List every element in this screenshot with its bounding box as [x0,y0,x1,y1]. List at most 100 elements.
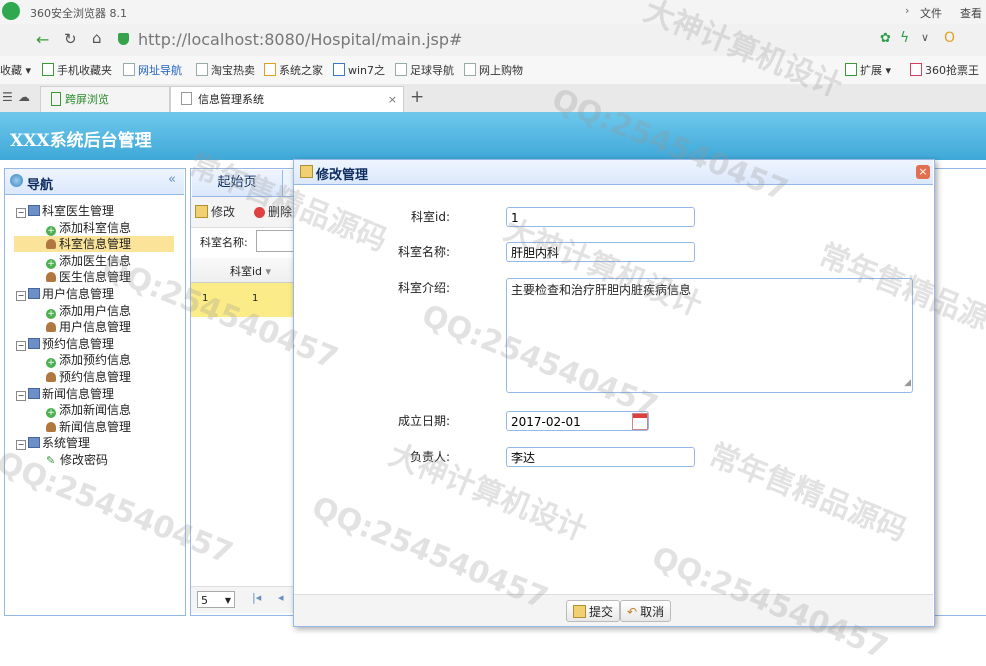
row-id-cell: 1 [252,293,259,304]
nav-globe-icon [10,174,23,187]
sidebar-item[interactable]: 新闻信息管理 [46,419,131,435]
user-icon [46,239,56,250]
close-tab-icon[interactable]: × [388,87,397,113]
search-input[interactable] [256,230,297,252]
bookmarks-bar: 收藏 ▾ 手机收藏夹 网址导航 淘宝热卖 系统之家 win7之 足球导航 网上购… [0,56,986,85]
browser-titlebar: 360安全浏览器 8.1 文件 查看 › [0,0,986,24]
owner-field[interactable]: 李达 [506,447,695,467]
tree-item-label: 添加科室信息 [59,220,132,235]
id-field[interactable]: 1 [506,207,695,227]
shield-icon [118,33,129,45]
bookmark-xitong[interactable]: 系统之家 [264,62,323,78]
bookmark-taobao[interactable]: 淘宝热卖 [196,62,255,78]
tab-kuaping[interactable]: 跨屏浏览 [40,86,170,113]
tree-item-label: 预约信息管理 [59,370,132,384]
close-icon[interactable]: × [916,165,930,179]
tree-group[interactable]: − 预约信息管理 [16,336,114,352]
delete-button[interactable]: 删除 [254,203,292,220]
tree-group[interactable]: − 新闻信息管理 [16,386,114,402]
bookmark-football[interactable]: 足球导航 [395,62,454,78]
lightning-icon[interactable]: ϟ [900,30,909,46]
calendar-icon[interactable] [632,413,648,430]
menu-view[interactable]: 查看 [960,5,982,21]
windows-icon [264,63,276,76]
dialog-title: 修改管理 [316,168,369,183]
search-icon[interactable]: O [944,30,955,46]
add-icon: + [46,358,56,369]
start-tab[interactable]: 起始页 [192,170,283,197]
cancel-button[interactable]: ↶ 取消 [620,600,672,622]
user-icon [46,421,56,432]
extensions-button[interactable]: 扩展 ▾ [845,62,891,78]
tree-item-label: 预约信息管理 [42,336,115,351]
collapse-node-icon[interactable]: − [16,440,26,451]
bookmark-favorites[interactable]: 收藏 ▾ [0,62,31,78]
browser-logo-icon [2,2,20,20]
pencil-icon [300,165,313,178]
sidebar-item[interactable]: 用户信息管理 [46,319,131,335]
computer-icon [28,205,40,216]
bookmark-win7[interactable]: win7之 [333,62,385,78]
menu-file[interactable]: 文件 [920,5,942,21]
bookmark-mobile[interactable]: 手机收藏夹 [42,62,112,78]
collapse-node-icon[interactable]: − [16,390,26,401]
intro-label: 科室介绍: [397,281,450,295]
sidebar-item[interactable]: + 添加科室信息 [46,220,131,236]
ticket-icon [910,63,922,76]
bookmark-shopping[interactable]: 网上购物 [464,62,523,78]
tree-group[interactable]: − 系统管理 [16,435,90,451]
tree-item-label: 系统管理 [42,436,91,451]
prev-page-icon[interactable]: ◂ [278,591,284,604]
sidebar-item[interactable]: 预约信息管理 [46,369,131,385]
chevron-right-icon[interactable]: › [905,4,909,17]
collapse-icon[interactable]: « [168,172,176,187]
dropdown-icon[interactable]: ∨ [921,31,929,44]
edit-button[interactable]: 修改 [195,203,235,220]
name-field[interactable]: 肝胆内科 [506,242,695,262]
sidebar-item[interactable]: ✎ 修改密码 [46,452,108,468]
user-icon [46,372,56,382]
new-tab-button[interactable]: + [410,87,424,107]
sidebar-item[interactable]: + 添加医生信息 [46,253,131,269]
tree-group[interactable]: − 科室医生管理 [16,203,114,219]
computer-icon [28,337,40,349]
sidebar-item[interactable]: 医生信息管理 [46,269,131,285]
resize-handle-icon[interactable]: ◢ [904,375,911,392]
add-icon: + [46,408,56,419]
page-size-select[interactable]: 5 ▼ [197,591,235,608]
go-icon[interactable]: ✿ [880,31,891,46]
tab-info-system[interactable]: 信息管理系统 × [170,86,404,114]
url-input[interactable]: http://localhost:8080/Hospital/main.jsp# [138,30,462,49]
back-icon[interactable]: ← [36,30,49,49]
reload-icon[interactable]: ↻ [64,30,77,48]
collapse-node-icon[interactable]: − [16,340,26,351]
tree-group[interactable]: − 用户信息管理 [16,286,114,302]
tree-item-label: 新闻信息管理 [42,386,115,401]
sidebar-item[interactable]: + 添加用户信息 [46,303,131,319]
add-icon: + [46,225,56,236]
cloud-icon[interactable]: ☁ [18,90,30,104]
app-title: XXX系统后台管理 [10,131,152,151]
submit-button[interactable]: 提交 [566,600,621,622]
sidebar-item[interactable]: + 添加预约信息 [46,352,131,369]
first-page-icon[interactable]: |◂ [252,591,261,604]
chevron-down-icon: ▼ [224,596,231,605]
home-icon[interactable]: ⌂ [92,29,102,47]
page-icon [181,92,192,105]
sidebar-toggle-icon[interactable]: ☰ [2,90,13,104]
date-field[interactable]: 2017-02-01 [506,411,649,431]
sidebar-item[interactable]: 科室信息管理 [14,236,174,253]
ticket-button[interactable]: 360抢票王 [910,62,979,78]
user-icon [46,322,56,333]
grid-header-id[interactable]: 科室id ▾ [230,263,271,279]
owner-label: 负责人: [409,450,450,464]
tree-item-label: 添加用户信息 [59,303,132,318]
bookmark-nav[interactable]: 网址导航 [123,62,182,78]
sidebar-item[interactable]: + 添加新闻信息 [46,402,131,419]
collapse-node-icon[interactable]: − [16,291,26,301]
collapse-node-icon[interactable]: − [16,208,26,218]
intro-textarea[interactable]: 主要检查和治疗肝胆内脏疾病信息 ◢ [506,278,913,393]
computer-icon [28,288,40,299]
name-label: 科室名称: [397,245,450,259]
tree-item-label: 科室医生管理 [42,204,115,218]
